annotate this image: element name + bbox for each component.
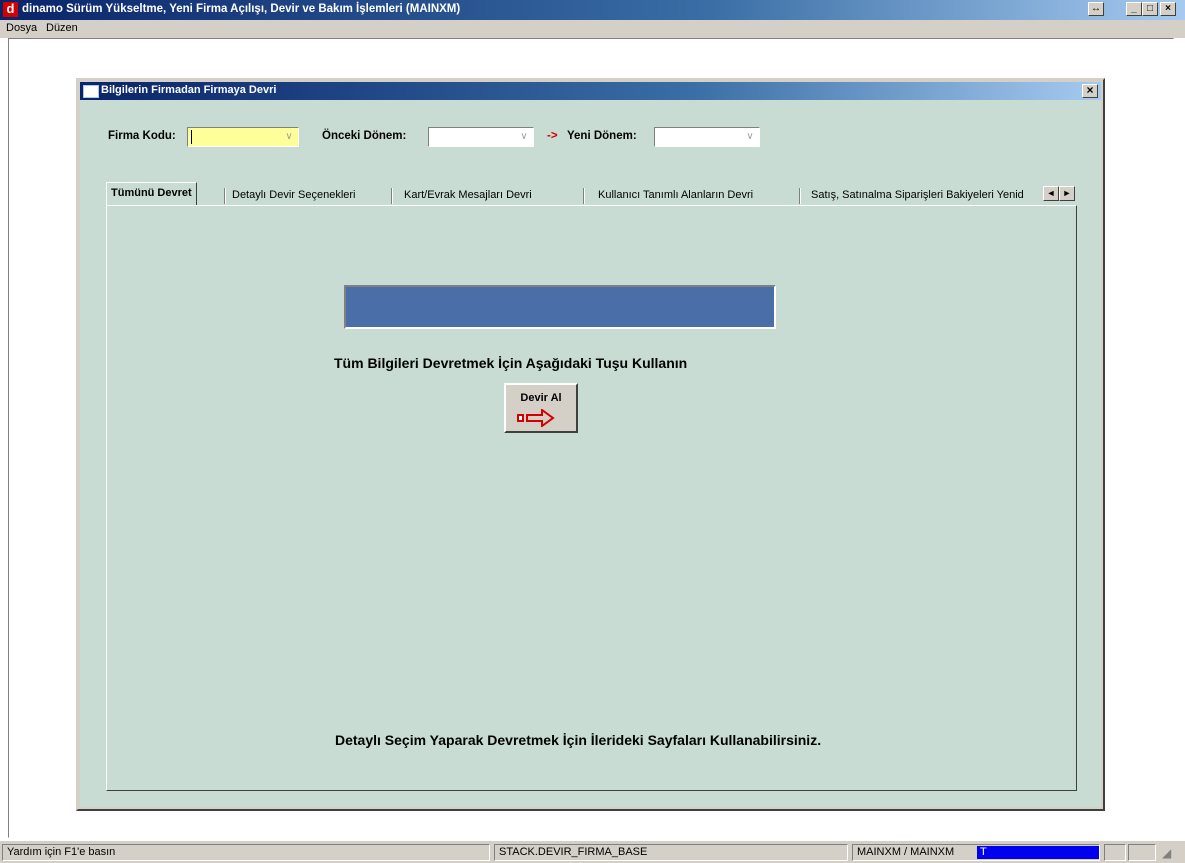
tab-scroll-left-icon[interactable]: ◄: [1043, 186, 1059, 201]
window-icon: [83, 85, 99, 98]
status-extra-1: [1104, 844, 1126, 861]
tab-tumunu-devret[interactable]: Tümünü Devret: [106, 182, 197, 206]
firma-kodu-label: Firma Kodu:: [108, 130, 176, 142]
app-title-bar[interactable]: d dinamo Sürüm Yükseltme, Yeni Firma Açı…: [0, 0, 1185, 20]
app-title: dinamo Sürüm Yükseltme, Yeni Firma Açılı…: [22, 3, 461, 15]
dialog-client-area: Firma Kodu: ∨ Önceki Dönem: ∨ -> Yeni Dö…: [80, 100, 1101, 807]
resize-grip-icon[interactable]: ◢: [1162, 846, 1178, 860]
status-extra-2: [1128, 844, 1156, 861]
dialog-title-bar[interactable]: Bilgilerin Firmadan Firmaya Devri ×: [80, 82, 1101, 100]
status-bar: Yardım için F1'e basın STACK.DEVIR_FIRMA…: [0, 841, 1185, 863]
instruction-text: Tüm Bilgileri Devretmek İçin Aşağıdaki T…: [334, 355, 688, 371]
status-stack: STACK.DEVIR_FIRMA_BASE: [494, 844, 848, 861]
text-cursor: [191, 130, 192, 144]
minimize-button[interactable]: _: [1126, 2, 1142, 16]
tab-scroll-right-icon[interactable]: ►: [1059, 186, 1075, 201]
dialog-title: Bilgilerin Firmadan Firmaya Devri: [101, 84, 277, 96]
status-user-panel: MAINXM / MAINXM T: [852, 844, 1100, 861]
yeni-donem-combo[interactable]: ∨: [654, 127, 760, 147]
tab-detayli-devir[interactable]: Detaylı Devir Seçenekleri: [232, 185, 356, 205]
detail-hint-text: Detaylı Seçim Yaparak Devretmek İçin İle…: [335, 732, 822, 748]
firma-kodu-combo[interactable]: ∨: [187, 127, 299, 147]
chevron-down-icon[interactable]: ∨: [516, 129, 532, 145]
progress-bar: [344, 285, 776, 329]
yeni-donem-label: Yeni Dönem:: [567, 130, 637, 142]
close-button[interactable]: ×: [1160, 2, 1176, 16]
tab-satis-satinalma[interactable]: Satış, Satınalma Siparişleri Bakiyeleri …: [811, 185, 1043, 205]
tab-kullanici-alanlar[interactable]: Kullanıcı Tanımlı Alanların Devri: [598, 185, 753, 205]
tab-separator: [583, 188, 585, 204]
tab-kart-evrak[interactable]: Kart/Evrak Mesajları Devri: [404, 185, 532, 205]
progress-fill: [346, 287, 774, 327]
tab-separator: [391, 188, 393, 204]
status-help: Yardım için F1'e basın: [2, 844, 490, 861]
menu-bar: Dosya Düzen: [0, 20, 1185, 38]
tab-separator: [224, 188, 226, 204]
transfer-arrow-icon: [517, 409, 555, 427]
menu-duzen[interactable]: Düzen: [46, 22, 78, 34]
arrow-indicator: ->: [547, 130, 558, 142]
restore-size-button[interactable]: ↔: [1088, 2, 1104, 16]
status-user: MAINXM / MAINXM: [857, 846, 955, 858]
devir-al-button[interactable]: Devir Al: [504, 383, 578, 433]
devir-al-label: Devir Al: [520, 392, 562, 404]
status-indicator: T: [977, 846, 1099, 859]
app-logo-icon: d: [3, 2, 18, 17]
chevron-down-icon[interactable]: ∨: [281, 129, 297, 145]
onceki-donem-label: Önceki Dönem:: [322, 130, 407, 142]
onceki-donem-combo[interactable]: ∨: [428, 127, 534, 147]
dialog-close-button[interactable]: ×: [1082, 84, 1098, 98]
menu-dosya[interactable]: Dosya: [6, 22, 37, 34]
tab-separator: [799, 188, 801, 204]
chevron-down-icon[interactable]: ∨: [742, 129, 758, 145]
transfer-dialog: Bilgilerin Firmadan Firmaya Devri × Firm…: [76, 78, 1105, 811]
maximize-button[interactable]: □: [1142, 2, 1158, 16]
